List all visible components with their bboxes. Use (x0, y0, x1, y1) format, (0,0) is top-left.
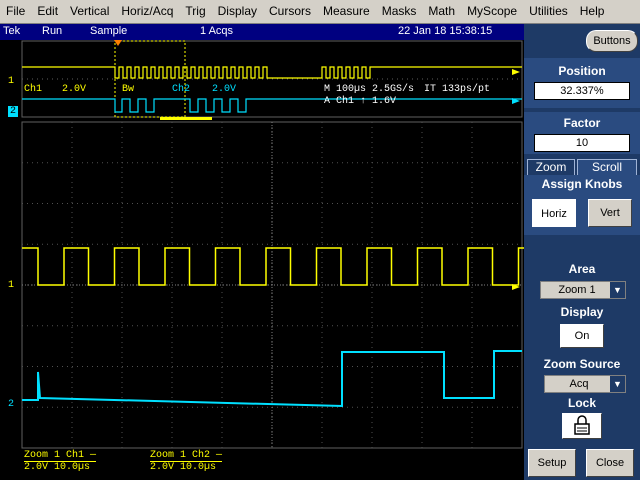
ch1-overview-trace (22, 66, 522, 79)
tab-scroll[interactable]: Scroll (577, 159, 637, 175)
horiz-knob-button[interactable]: Horiz (532, 199, 576, 227)
scope-display[interactable]: Ch1 2.0V Bw Ch2 2.0V M 100µs 2.5GS/s IT … (0, 40, 524, 480)
run-status[interactable]: Run (42, 25, 62, 37)
menu-help[interactable]: Help (574, 0, 611, 23)
zoom-control-panel: Buttons Position 32.337% Factor 10 Zoom … (524, 24, 640, 480)
factor-value[interactable]: 10 (534, 134, 630, 152)
ch1-scale: 2.0V (62, 84, 87, 95)
zoom1-ch2-title: Zoom 1 Ch2 — (150, 450, 223, 462)
zoom1-ch1-title: Zoom 1 Ch1 — (24, 450, 97, 462)
factor-title: Factor (563, 116, 601, 130)
ch2-scale: 2.0V (212, 84, 237, 95)
datetime: 22 Jan 18 15:38:15 (398, 25, 493, 37)
zoom1-ch2-values: 2.0V 10.0µs (150, 462, 217, 473)
ch2-marker-overview[interactable]: 2 (8, 106, 19, 117)
brand-label: Tek (3, 25, 21, 37)
buttons-button[interactable]: Buttons (586, 30, 638, 52)
waveform-canvas (21, 40, 524, 449)
menu-edit[interactable]: Edit (31, 0, 64, 23)
menu-masks[interactable]: Masks (376, 0, 423, 23)
vert-knob-button[interactable]: Vert (588, 199, 632, 227)
menu-trig[interactable]: Trig (179, 0, 211, 23)
zoom-source-title: Zoom Source (543, 357, 621, 371)
menu-utilities[interactable]: Utilities (523, 0, 574, 23)
display-title: Display (560, 305, 604, 319)
interval-readout: IT 133ps/pt (424, 84, 491, 95)
setup-button[interactable]: Setup (528, 449, 576, 477)
ch1-zoom-trace (22, 247, 524, 286)
lock-button[interactable] (562, 413, 602, 439)
position-title: Position (558, 64, 606, 78)
zoom-source-value: Acq (569, 378, 589, 390)
lock-title: Lock (567, 396, 596, 410)
position-value[interactable]: 32.337% (534, 82, 630, 100)
display-toggle-button[interactable]: On (560, 324, 604, 348)
bandwidth-label: Bw (122, 84, 135, 95)
status-bar: Tek Run Sample 1 Acqs 22 Jan 18 15:38:15 (0, 24, 524, 40)
menu-myscope[interactable]: MyScope (461, 0, 523, 23)
acq-mode[interactable]: Sample (90, 25, 127, 37)
acq-count: 1 Acqs (200, 25, 234, 37)
area-dropdown[interactable]: Zoom 1 ▼ (540, 281, 626, 299)
tab-zoom[interactable]: Zoom (527, 159, 575, 175)
area-value: Zoom 1 (558, 284, 596, 296)
menu-horiz-acq[interactable]: Horiz/Acq (115, 0, 179, 23)
close-button[interactable]: Close (586, 449, 634, 477)
timebase-readout: M 100µs 2.5GS/s (324, 84, 415, 95)
menu-display[interactable]: Display (212, 0, 263, 23)
menu-vertical[interactable]: Vertical (64, 0, 115, 23)
assign-knobs-title: Assign Knobs (541, 177, 623, 191)
ch1-marker-zoom[interactable]: 1 (8, 280, 14, 291)
ch1-marker-overview[interactable]: 1 (8, 76, 14, 87)
chevron-down-icon: ▼ (610, 376, 625, 392)
area-title: Area (568, 262, 596, 276)
menu-cursors[interactable]: Cursors (263, 0, 317, 23)
ch2-marker-zoom[interactable]: 2 (8, 399, 14, 410)
menu-measure[interactable]: Measure (317, 0, 376, 23)
ch2-overview-trace (22, 98, 522, 113)
trigger-readout: A Ch1 ↑ 1.6V (324, 96, 397, 107)
ch2-label: Ch2 (172, 84, 191, 95)
chevron-down-icon: ▼ (610, 282, 625, 298)
menu-math[interactable]: Math (422, 0, 461, 23)
zoom-source-dropdown[interactable]: Acq ▼ (544, 375, 626, 393)
ch1-label: Ch1 (24, 84, 43, 95)
lock-icon (574, 415, 590, 435)
zoom-box (114, 40, 186, 118)
menu-file[interactable]: File (0, 0, 31, 23)
menu-bar: File Edit Vertical Horiz/Acq Trig Display Curs… (0, 0, 640, 24)
zoom1-ch1-values: 2.0V 10.0µs (24, 462, 91, 473)
